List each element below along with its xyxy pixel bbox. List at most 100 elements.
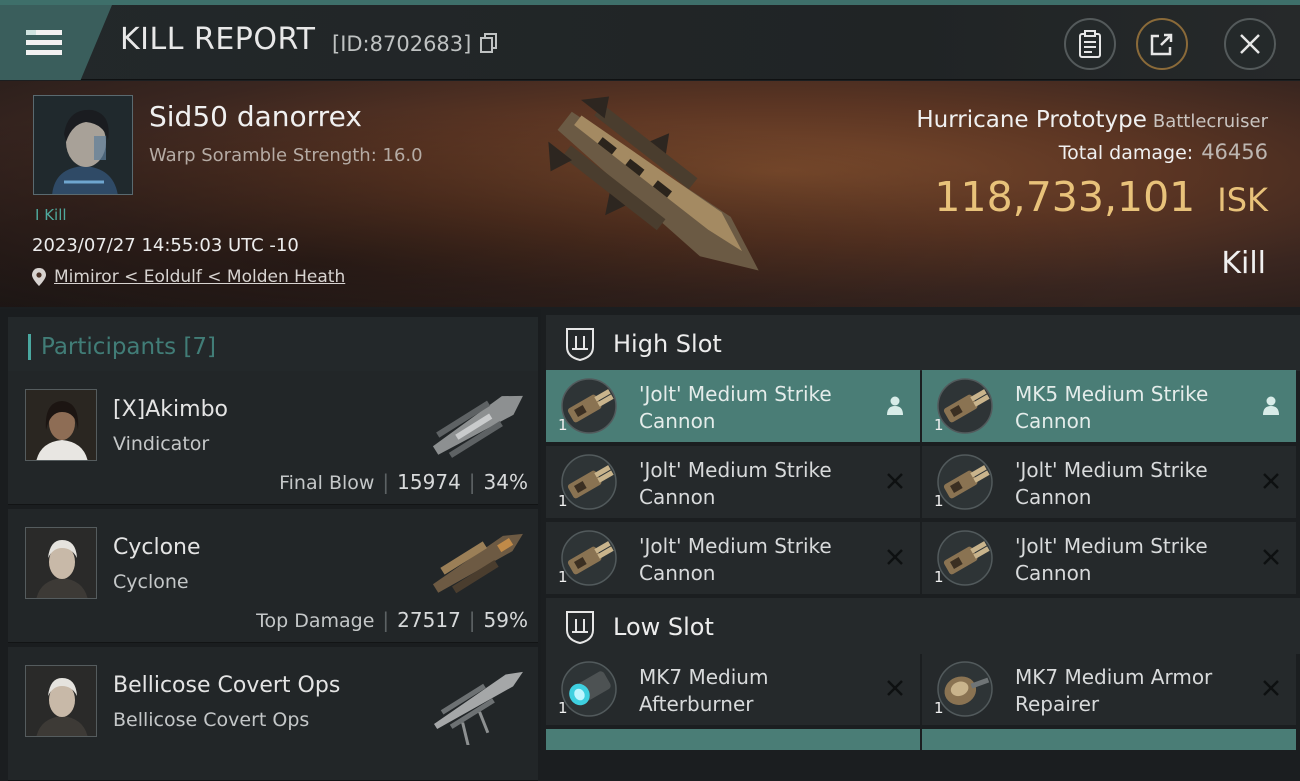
participant-stats: Final Blow | 15974 | 34% — [279, 470, 528, 494]
participant-ship: Vindicator — [113, 433, 210, 455]
ship-type: Hurricane Prototype Battlecruiser — [916, 107, 1268, 133]
module-name-line1: MK5 Medium Strike — [1015, 382, 1209, 406]
menu-icon — [26, 29, 62, 55]
isk-amount: 118,733,101 — [934, 173, 1196, 221]
participant-percent: 59% — [483, 608, 528, 632]
destroyed-x-icon — [1263, 549, 1279, 565]
module-name: 'Jolt' Medium Strike Cannon — [639, 457, 879, 511]
menu-button[interactable] — [0, 5, 112, 80]
kill-time: 2023/07/27 14:55:03 UTC -10 — [32, 235, 299, 256]
module-quantity: 1 — [934, 492, 944, 510]
victim-name[interactable]: Sid50 danorrex — [149, 100, 362, 133]
module-name-line1: 'Jolt' Medium Strike — [1015, 534, 1208, 558]
participant-stats: Top Damage | 27517 | 59% — [256, 608, 528, 632]
participants-title: Participants [7] — [28, 334, 216, 360]
page-title: KILL REPORT — [120, 22, 316, 57]
participant-avatar — [25, 389, 97, 461]
module-item[interactable]: 1 MK7 Medium Afterburner — [546, 653, 920, 725]
total-damage-value: 46456 — [1201, 140, 1268, 164]
module-name: 'Jolt' Medium Strike Cannon — [1015, 533, 1255, 587]
module-item[interactable]: 1 'Jolt' Medium Strike Cannon — [546, 446, 920, 518]
destroyed-status — [1260, 677, 1282, 699]
isk-value: 118,733,101 ISK — [934, 173, 1268, 221]
total-damage: Total damage: 46456 — [1059, 140, 1268, 164]
module-quantity: 1 — [558, 492, 568, 510]
destroyed-status — [884, 470, 906, 492]
low-slot-header: Low Slot — [546, 598, 1300, 654]
share-button[interactable] — [1136, 18, 1188, 70]
module-name: MK7 Medium Afterburner — [639, 664, 879, 718]
module-item[interactable]: 1 'Jolt' Medium Strike Cannon — [922, 522, 1296, 594]
destroyed-status — [1260, 470, 1282, 492]
destroyed-status — [1260, 546, 1282, 568]
ship-name[interactable]: Hurricane Prototype — [916, 107, 1147, 133]
module-name-line2: Repairer — [1015, 692, 1100, 716]
participant-row[interactable]: Bellicose Covert Ops Bellicose Covert Op… — [8, 647, 538, 781]
module-name-line1: 'Jolt' Medium Strike — [1015, 458, 1208, 482]
participant-avatar — [25, 665, 97, 737]
destroyed-status — [884, 546, 906, 568]
copy-icon[interactable] — [480, 33, 498, 53]
participant-ship-image — [432, 395, 523, 458]
module-item[interactable]: 1 'Jolt' Medium Strike Cannon — [546, 522, 920, 594]
participant-damage: 27517 — [397, 608, 461, 632]
fitting-panel: High Slot 1 'Jolt' Medium Strike Cannon 1… — [546, 309, 1300, 750]
module-item[interactable]: 1 'Jolt' Medium Strike Cannon — [922, 446, 1296, 518]
module-name-line1: 'Jolt' Medium Strike — [639, 534, 832, 558]
module-name: MK7 Medium Armor Repairer — [1015, 664, 1255, 718]
module-quantity: 1 — [558, 699, 568, 717]
module-name-line2: Cannon — [1015, 409, 1092, 433]
fitted-status — [884, 394, 906, 416]
slot-shield-icon — [566, 611, 594, 644]
clipboard-button[interactable] — [1064, 18, 1116, 70]
share-icon — [1150, 33, 1173, 56]
participant-ship: Bellicose Covert Ops — [113, 709, 310, 731]
module-name-line1: 'Jolt' Medium Strike — [639, 458, 832, 482]
participant-avatar — [25, 527, 97, 599]
participant-role: Final Blow — [279, 472, 375, 494]
module-name: 'Jolt' Medium Strike Cannon — [1015, 457, 1255, 511]
module-quantity: 1 — [934, 568, 944, 586]
module-name-line2: Cannon — [639, 561, 716, 585]
module-item[interactable]: 1 MK5 Medium Strike Cannon — [922, 370, 1296, 442]
module-name-line1: MK7 Medium Armor — [1015, 665, 1213, 689]
module-name-line2: Afterburner — [639, 692, 754, 716]
module-item-partial[interactable] — [546, 729, 920, 750]
close-button[interactable] — [1224, 18, 1276, 70]
destroyed-status — [884, 677, 906, 699]
fitted-status — [1260, 394, 1282, 416]
participant-row[interactable]: Cyclone Cyclone Top Damage | 27517 | 59% — [8, 509, 538, 643]
module-name-line2: Cannon — [639, 409, 716, 433]
participant-row[interactable]: [X]Akimbo Vindicator Final Blow | 15974 | 34… — [8, 371, 538, 505]
location-link[interactable]: Mimiror < Eoldulf < Molden Heath — [32, 267, 345, 287]
destroyed-x-icon — [887, 549, 903, 565]
header-bar: KILL REPORT [ID:8702683] — [0, 0, 1300, 80]
location-pin-icon — [32, 268, 46, 286]
victim-portrait[interactable] — [33, 95, 133, 195]
module-quantity: 1 — [558, 416, 568, 434]
module-item-partial[interactable] — [922, 729, 1296, 750]
module-name-line2: Cannon — [1015, 485, 1092, 509]
ship-class: Battlecruiser — [1152, 111, 1268, 132]
module-name-line1: MK7 Medium — [639, 665, 769, 689]
participant-damage: 15974 — [397, 470, 461, 494]
participants-header: Participants [7] — [8, 317, 538, 371]
participants-panel: Participants [7] [X]Akimbo Vindicator Fi… — [0, 309, 541, 781]
participant-percent: 34% — [483, 470, 528, 494]
destroyed-x-icon — [1263, 473, 1279, 489]
high-slot-label: High Slot — [613, 330, 722, 358]
module-item[interactable]: 1 MK7 Medium Armor Repairer — [922, 653, 1296, 725]
participant-ship-image — [434, 671, 523, 745]
participant-ship-image — [432, 533, 523, 594]
module-item[interactable]: 1 'Jolt' Medium Strike Cannon — [546, 370, 920, 442]
person-icon — [887, 396, 903, 415]
portrait-image — [34, 96, 132, 194]
result-label: Kill — [1221, 246, 1266, 281]
module-quantity: 1 — [934, 699, 944, 717]
destroyed-x-icon — [887, 680, 903, 696]
participant-name: Cyclone — [113, 535, 201, 560]
module-name: MK5 Medium Strike Cannon — [1015, 381, 1255, 435]
close-icon — [1240, 34, 1260, 54]
participant-role: Top Damage — [256, 610, 375, 632]
destroyed-x-icon — [1263, 680, 1279, 696]
